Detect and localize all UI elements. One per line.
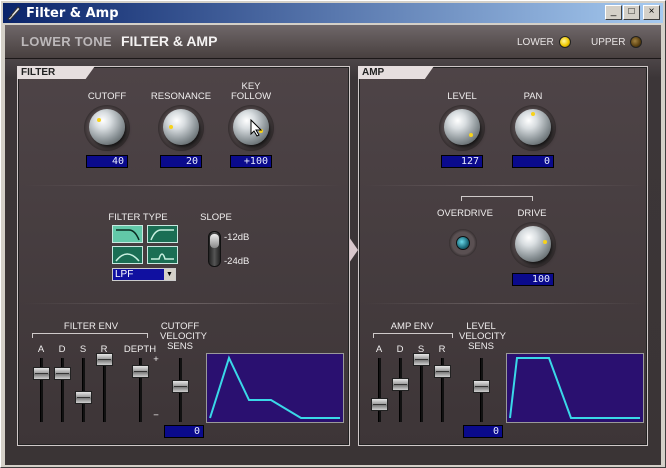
editor-client-area: LOWER TONE FILTER & AMP LOWER UPPER FILT… bbox=[5, 25, 661, 465]
amp-env-r-label: R bbox=[438, 344, 446, 355]
filter-release-slider[interactable] bbox=[96, 353, 113, 366]
overdrive-led-icon[interactable] bbox=[456, 236, 470, 250]
amp-separator-1 bbox=[365, 185, 643, 186]
amp-envelope-curve bbox=[509, 357, 640, 419]
filter-release-track[interactable] bbox=[103, 358, 106, 422]
amp-release-slider[interactable] bbox=[434, 365, 451, 378]
amp-panel-title: AMP bbox=[358, 66, 434, 79]
section-title: FILTER & AMP bbox=[121, 33, 218, 49]
cutoff-vel-label-3: SENS bbox=[167, 341, 193, 352]
amp-sustain-slider[interactable] bbox=[413, 353, 430, 366]
filter-type-value: LPF bbox=[115, 269, 134, 280]
mouse-cursor-icon bbox=[250, 119, 263, 137]
hpf-button[interactable] bbox=[147, 225, 178, 243]
cutoff-vel-slider[interactable] bbox=[172, 380, 189, 393]
pan-knob[interactable] bbox=[515, 109, 551, 145]
key-follow-label-2: FOLLOW bbox=[230, 91, 272, 102]
upper-led-icon[interactable] bbox=[630, 36, 643, 48]
upper-indicator[interactable]: UPPER bbox=[591, 36, 643, 48]
depth-minus-label: − bbox=[153, 410, 159, 421]
filter-envelope-curve bbox=[209, 355, 340, 419]
filter-env-s-label: S bbox=[79, 344, 87, 355]
maximize-button[interactable]: □ bbox=[623, 5, 640, 20]
close-button[interactable]: × bbox=[643, 5, 660, 20]
filter-separator-2 bbox=[24, 303, 342, 304]
header-bar: LOWER TONE FILTER & AMP LOWER UPPER bbox=[5, 25, 661, 59]
filter-sustain-track[interactable] bbox=[82, 358, 85, 422]
amp-attack-track[interactable] bbox=[378, 358, 381, 422]
part-label: LOWER TONE bbox=[21, 34, 112, 49]
amp-env-a-label: A bbox=[375, 344, 383, 355]
cutoff-vel-value-display[interactable]: 0 bbox=[164, 425, 204, 438]
amp-sustain-track[interactable] bbox=[420, 358, 423, 422]
amp-decay-slider[interactable] bbox=[392, 378, 409, 391]
title-bar[interactable]: Filter & Amp _ □ × bbox=[3, 3, 663, 23]
cutoff-label: CUTOFF bbox=[87, 91, 127, 102]
lpf-icon bbox=[116, 229, 140, 241]
amp-attack-slider[interactable] bbox=[371, 398, 388, 411]
amp-panel: AMP LEVEL 127 PAN 0 OVERDRIVE DRIVE 100 … bbox=[358, 66, 648, 446]
resonance-value-display[interactable]: 20 bbox=[160, 155, 202, 168]
slope-switch[interactable] bbox=[208, 231, 221, 267]
app-icon bbox=[7, 6, 21, 21]
amp-env-d-label: D bbox=[396, 344, 404, 355]
lower-led-icon[interactable] bbox=[558, 36, 571, 48]
lower-indicator[interactable]: LOWER bbox=[517, 36, 571, 48]
filter-type-select[interactable]: LPF ▼ bbox=[112, 268, 176, 281]
pan-value-display[interactable]: 0 bbox=[512, 155, 554, 168]
lower-label: LOWER bbox=[517, 36, 554, 48]
level-label: LEVEL bbox=[447, 91, 477, 102]
level-vel-label-3: SENS bbox=[468, 341, 494, 352]
amp-envelope-graph bbox=[506, 353, 644, 423]
amp-env-label: AMP ENV bbox=[390, 321, 434, 332]
drive-label: DRIVE bbox=[517, 208, 547, 219]
filter-env-label: FILTER ENV bbox=[63, 321, 119, 332]
amp-env-bracket bbox=[373, 333, 453, 338]
filter-env-a-label: A bbox=[37, 344, 45, 355]
filter-sustain-slider[interactable] bbox=[75, 391, 92, 404]
level-vel-value-display[interactable]: 0 bbox=[463, 425, 503, 438]
slope-12db-label: -12dB bbox=[224, 232, 250, 243]
bpf-icon bbox=[115, 253, 140, 262]
resonance-knob[interactable] bbox=[163, 109, 199, 145]
filter-separator-1 bbox=[24, 185, 342, 186]
filter-decay-slider[interactable] bbox=[54, 367, 71, 380]
level-vel-slider[interactable] bbox=[473, 380, 490, 393]
peak-button[interactable] bbox=[147, 246, 178, 264]
filter-envelope-graph bbox=[206, 353, 344, 423]
depth-plus-label: + bbox=[153, 354, 159, 365]
pan-label: PAN bbox=[523, 91, 543, 102]
upper-label: UPPER bbox=[591, 36, 626, 48]
filter-type-label: FILTER TYPE bbox=[108, 212, 168, 223]
filter-depth-slider[interactable] bbox=[132, 365, 149, 378]
overdrive-label: OVERDRIVE bbox=[437, 208, 493, 219]
filter-panel-title: FILTER bbox=[17, 66, 95, 79]
key-follow-value-display[interactable]: +100 bbox=[230, 155, 272, 168]
level-knob[interactable] bbox=[444, 109, 480, 145]
slope-24db-label: -24dB bbox=[224, 256, 250, 267]
filter-attack-slider[interactable] bbox=[33, 367, 50, 380]
slope-label: SLOPE bbox=[200, 212, 232, 223]
lpf-button[interactable] bbox=[112, 225, 143, 243]
drive-value-display[interactable]: 100 bbox=[512, 273, 554, 286]
level-value-display[interactable]: 127 bbox=[441, 155, 483, 168]
filter-panel: FILTER CUTOFF 40 RESONANCE 20 KEY FOLLOW… bbox=[17, 66, 350, 446]
amp-separator-2 bbox=[365, 303, 643, 304]
drive-knob[interactable] bbox=[515, 226, 551, 262]
chevron-down-icon[interactable]: ▼ bbox=[164, 269, 175, 280]
cutoff-value-display[interactable]: 40 bbox=[86, 155, 128, 168]
hpf-icon bbox=[150, 229, 174, 241]
bpf-button[interactable] bbox=[112, 246, 143, 264]
overdrive-bracket bbox=[461, 196, 533, 201]
cutoff-knob[interactable] bbox=[89, 109, 125, 145]
window-title: Filter & Amp bbox=[26, 5, 119, 21]
filter-env-d-label: D bbox=[58, 344, 66, 355]
filter-env-bracket bbox=[32, 333, 148, 338]
minimize-button[interactable]: _ bbox=[605, 5, 622, 20]
peak-icon bbox=[151, 253, 174, 260]
filter-amp-window: Filter & Amp _ □ × LOWER TONE FILTER & A… bbox=[0, 0, 666, 468]
resonance-label: RESONANCE bbox=[150, 91, 212, 102]
